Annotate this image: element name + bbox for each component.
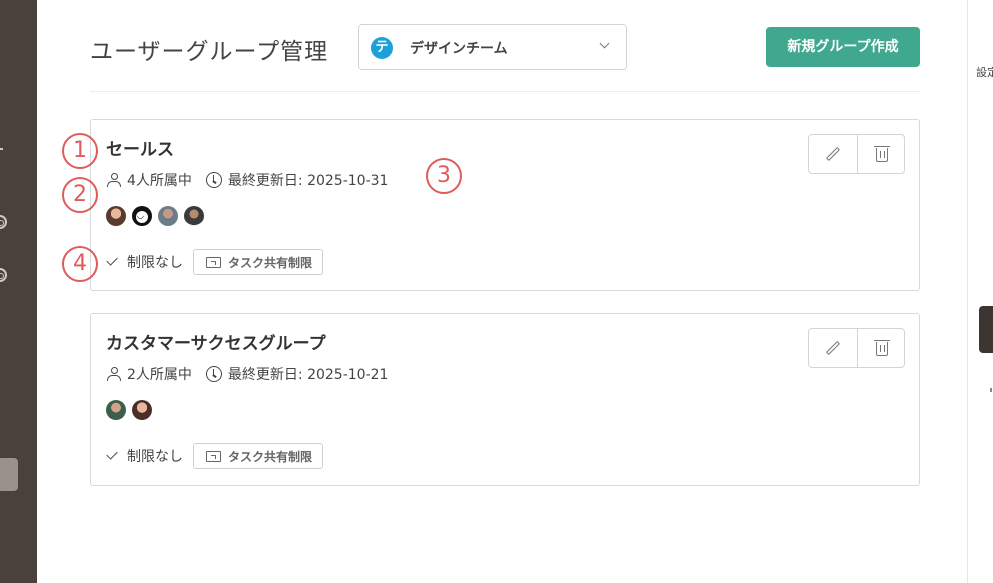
- annotation-marker-4: 4: [62, 246, 98, 282]
- pencil-icon: [825, 340, 841, 356]
- card-actions: [808, 134, 905, 174]
- delete-button[interactable]: [856, 135, 905, 173]
- right-panel-label: 設定: [976, 66, 993, 79]
- annotation-marker-2: 2: [62, 177, 98, 213]
- task-share-label: タスク共有制限: [228, 255, 313, 270]
- team-logo-icon: テ: [371, 37, 393, 59]
- left-sidebar: [0, 0, 37, 583]
- clock-icon: [205, 172, 222, 188]
- person-icon: [107, 367, 121, 381]
- create-group-button[interactable]: 新規グループ作成: [766, 27, 920, 67]
- card-actions: [808, 328, 905, 368]
- folder-icon: [206, 256, 221, 268]
- updated-date: 最終更新日: 2025-10-31: [227, 173, 389, 189]
- sidebar-active-item[interactable]: [0, 458, 18, 491]
- check-icon: [106, 448, 118, 460]
- task-share-badge[interactable]: タスク共有制限: [193, 443, 324, 469]
- right-panel-tab[interactable]: [979, 306, 993, 353]
- gear-icon[interactable]: [0, 215, 7, 229]
- task-share-badge[interactable]: タスク共有制限: [193, 249, 324, 275]
- pencil-icon: [825, 146, 841, 162]
- group-card: カスタマーサクセスグループ 2人所属中 最終更新日: 2025-10-21 制限な…: [90, 313, 920, 486]
- folder-icon: [206, 450, 221, 462]
- avatar[interactable]: [132, 400, 152, 420]
- check-icon: [106, 254, 118, 266]
- group-meta: 2人所属中 最終更新日: 2025-10-21: [107, 364, 388, 384]
- avatar[interactable]: [106, 400, 126, 420]
- edit-button[interactable]: [809, 329, 857, 367]
- edit-button[interactable]: [809, 135, 857, 173]
- trash-icon: [873, 146, 890, 162]
- right-panel: 設定: [967, 0, 993, 583]
- delete-button[interactable]: [856, 329, 905, 367]
- right-panel-mark: [990, 388, 992, 392]
- avatar[interactable]: [158, 206, 178, 226]
- annotation-marker-1: 1: [62, 133, 98, 169]
- task-share-label: タスク共有制限: [228, 449, 313, 464]
- restriction-label: 制限なし: [127, 255, 183, 271]
- avatar[interactable]: [106, 206, 126, 226]
- avatar[interactable]: [132, 206, 152, 226]
- team-select[interactable]: テ デザインチーム: [358, 24, 627, 70]
- clock-icon: [205, 366, 222, 382]
- trash-icon: [873, 340, 890, 356]
- group-meta: 4人所属中 最終更新日: 2025-10-31: [107, 170, 388, 190]
- group-name: カスタマーサクセスグループ: [106, 334, 326, 354]
- restriction-row: 制限なし タスク共有制限: [106, 443, 324, 469]
- restriction-label: 制限なし: [127, 449, 183, 465]
- updated-date: 最終更新日: 2025-10-21: [227, 367, 389, 383]
- member-count: 4人所属中: [127, 173, 192, 189]
- avatar[interactable]: [184, 206, 204, 226]
- person-icon: [107, 173, 121, 187]
- header-divider: [90, 91, 920, 92]
- member-avatars: [106, 206, 204, 226]
- annotation-marker-3: 3: [426, 158, 462, 194]
- gear-icon[interactable]: [0, 268, 7, 282]
- group-card: セールス 4人所属中 最終更新日: 2025-10-31 制限なし タスク共有制限: [90, 119, 920, 291]
- member-avatars: [106, 400, 152, 420]
- member-count: 2人所属中: [127, 367, 192, 383]
- sidebar-divider: [0, 148, 3, 150]
- page-title: ユーザーグループ管理: [90, 39, 329, 65]
- chevron-down-icon: [599, 38, 610, 49]
- restriction-row: 制限なし タスク共有制限: [106, 249, 324, 275]
- group-name: セールス: [106, 140, 174, 160]
- team-select-value: デザインチーム: [410, 41, 508, 57]
